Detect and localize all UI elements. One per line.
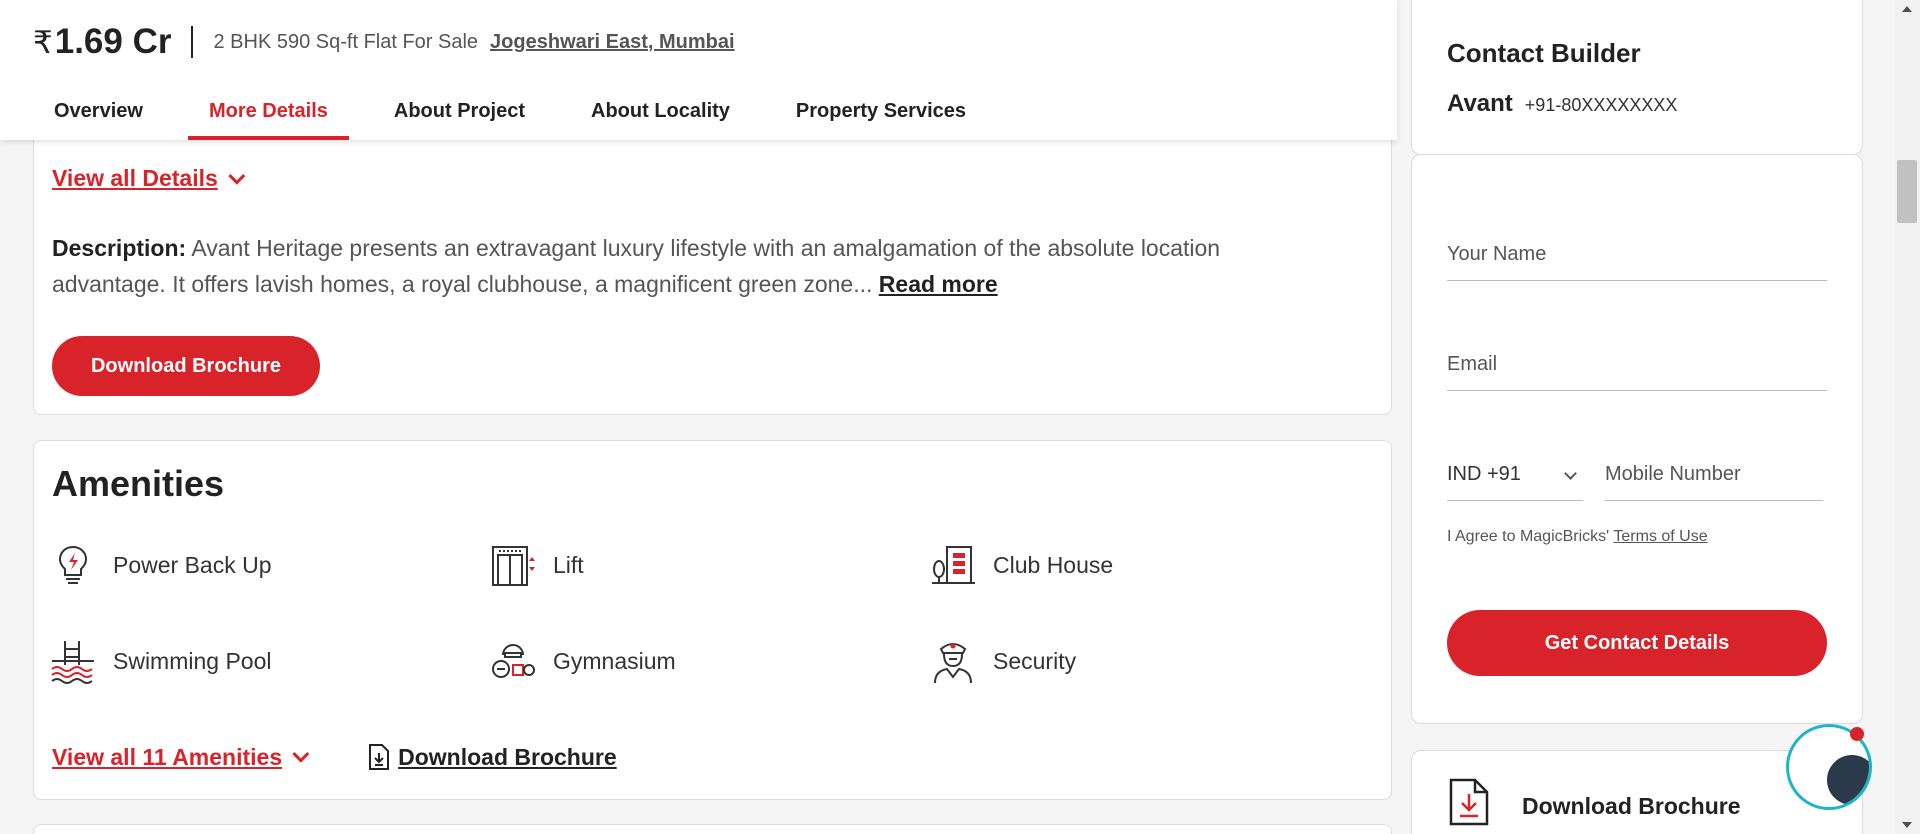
amenity-item: Swimming Pool	[49, 637, 272, 685]
details-card: View all Details Description: Avant Heri…	[33, 120, 1392, 415]
amenity-label: Security	[993, 647, 1077, 674]
amenities-card: Amenities Power Back Up Lift Club House …	[33, 440, 1392, 800]
amenity-label: Swimming Pool	[113, 647, 272, 674]
amenity-item: Security	[929, 637, 1076, 685]
contact-builder-title: Contact Builder	[1447, 38, 1641, 68]
country-code-select[interactable]: IND +91	[1447, 445, 1583, 501]
builder-info: Avant +91-80XXXXXXXX	[1447, 90, 1677, 118]
country-code-value: IND +91	[1447, 463, 1521, 485]
property-subtitle: 2 BHK 590 Sq-ft Flat For Sale	[213, 30, 479, 53]
divider	[191, 26, 194, 58]
read-more-link[interactable]: Read more	[879, 271, 998, 297]
notification-dot	[1850, 727, 1864, 741]
download-file-icon	[1449, 778, 1489, 826]
gymnasium-icon	[492, 644, 535, 678]
view-all-amenities-label: View all 11 Amenities	[52, 743, 283, 770]
price-row: ₹ 1.69 Cr 2 BHK 590 Sq-ft Flat For Sale …	[33, 22, 735, 62]
scroll-down-arrow-icon[interactable]	[1902, 822, 1912, 828]
tab-more-details[interactable]: More Details	[187, 90, 349, 140]
chevron-down-icon	[1564, 467, 1577, 480]
email-field[interactable]: Email	[1447, 335, 1827, 391]
mobile-field[interactable]: Mobile Number	[1605, 445, 1823, 501]
description: Description: Avant Heritage presents an …	[52, 230, 1312, 302]
swimming-pool-icon	[51, 641, 94, 684]
amenity-item: Power Back Up	[49, 541, 272, 589]
tab-about-locality[interactable]: About Locality	[570, 90, 751, 140]
section-tabs: Overview More Details About Project Abou…	[33, 90, 1011, 140]
mobile-placeholder: Mobile Number	[1605, 463, 1741, 485]
tab-overview[interactable]: Overview	[33, 90, 164, 140]
amenity-item: Gymnasium	[489, 637, 676, 685]
location-link[interactable]: Jogeshwari East, Mumbai	[490, 31, 735, 54]
scroll-up-arrow-icon[interactable]	[1902, 6, 1912, 12]
description-label: Description:	[52, 235, 187, 261]
view-all-details-label: View all Details	[52, 165, 218, 191]
builder-name: Avant	[1447, 90, 1513, 117]
get-contact-details-button[interactable]: Get Contact Details	[1447, 610, 1827, 676]
view-all-details-link[interactable]: View all Details	[52, 165, 246, 192]
name-placeholder: Your Name	[1447, 243, 1547, 265]
view-all-amenities-link[interactable]: View all 11 Amenities	[52, 743, 310, 771]
amenity-label: Gymnasium	[553, 647, 676, 674]
amenities-download-label: Download Brochure	[398, 743, 617, 770]
price: ₹ 1.69 Cr	[33, 22, 171, 62]
download-brochure-label: Download Brochure	[1522, 793, 1741, 819]
description-text: Avant Heritage presents an extravagant l…	[52, 235, 1221, 297]
amenities-download-brochure-link[interactable]: Download Brochure	[368, 743, 617, 771]
next-section-card	[33, 824, 1392, 834]
amenities-title: Amenities	[52, 463, 225, 504]
contact-form-card: Your Name Email IND +91 Mobile Number I …	[1411, 154, 1863, 724]
email-placeholder: Email	[1447, 353, 1498, 375]
page-scrollbar[interactable]	[1894, 0, 1920, 834]
amenity-item: Club House	[929, 541, 1113, 589]
amenity-item: Lift	[489, 541, 584, 589]
amenity-label: Lift	[553, 551, 584, 578]
tab-property-services[interactable]: Property Services	[775, 90, 987, 140]
terms-text: I Agree to MagicBricks' Terms of Use	[1447, 528, 1708, 546]
download-brochure-button[interactable]: Download Brochure	[52, 336, 320, 396]
contact-builder-card: Contact Builder Avant +91-80XXXXXXXX	[1411, 0, 1863, 155]
terms-of-use-link[interactable]: Terms of Use	[1613, 528, 1707, 545]
amenity-label: Power Back Up	[113, 551, 272, 578]
property-header: ₹ 1.69 Cr 2 BHK 590 Sq-ft Flat For Sale …	[0, 0, 1397, 140]
currency-symbol: ₹	[33, 25, 53, 60]
amenity-label: Club House	[993, 551, 1114, 578]
download-file-icon	[369, 744, 390, 770]
scrollbar-thumb[interactable]	[1897, 160, 1917, 223]
tab-about-project[interactable]: About Project	[373, 90, 546, 140]
lift-icon	[492, 546, 535, 586]
power-backup-icon	[58, 545, 88, 584]
name-field[interactable]: Your Name	[1447, 225, 1827, 281]
club-house-icon	[932, 546, 975, 584]
chat-bot-icon	[1827, 755, 1869, 805]
price-value: 1.69 Cr	[54, 22, 172, 61]
amenities-footer: View all 11 Amenities Download Brochure	[52, 743, 617, 771]
security-icon	[934, 643, 972, 684]
builder-phone: +91-80XXXXXXXX	[1524, 95, 1678, 115]
chevron-down-icon	[228, 167, 246, 185]
terms-prefix: I Agree to MagicBricks'	[1447, 528, 1610, 545]
chevron-down-icon	[292, 745, 310, 763]
